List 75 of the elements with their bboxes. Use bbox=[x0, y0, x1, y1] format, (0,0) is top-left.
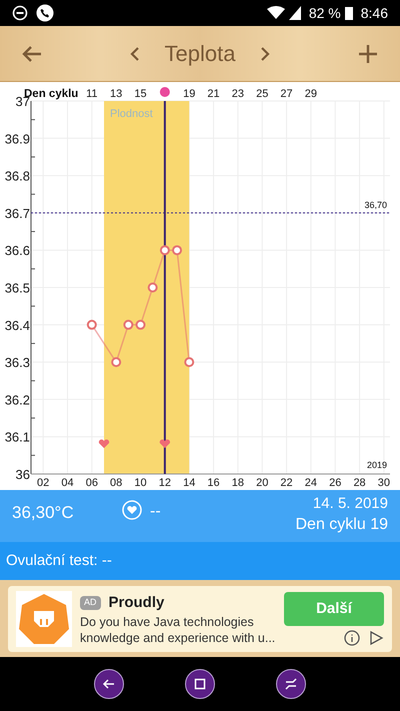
cycle-day-label: 13 bbox=[110, 88, 122, 100]
play-icon[interactable] bbox=[368, 630, 384, 646]
x-tick-label: 04 bbox=[61, 477, 74, 489]
ad-text: Do you have Java technologies knowledge and experience with u... bbox=[80, 614, 276, 646]
threshold-label: 36,70 bbox=[364, 200, 387, 210]
recent-apps-nav-button[interactable] bbox=[276, 669, 306, 699]
cycle-day-label: 25 bbox=[256, 88, 268, 100]
y-tick-label: 36.3 bbox=[4, 355, 30, 370]
x-tick-label: 20 bbox=[256, 477, 268, 489]
temperature-point bbox=[123, 320, 134, 330]
date-label: 14. 5. 2019 bbox=[312, 494, 388, 514]
y-tick-label: 36.4 bbox=[4, 318, 30, 333]
y-tick-label: 36.2 bbox=[4, 392, 30, 408]
temperature-point bbox=[148, 282, 158, 292]
clock: 8:46 bbox=[360, 4, 388, 22]
do-not-disturb-icon bbox=[12, 5, 28, 21]
temperature-point bbox=[172, 245, 182, 256]
year-label: 2019 bbox=[366, 460, 387, 470]
app-logo-icon bbox=[16, 591, 72, 647]
cycle-day-label: 29 bbox=[304, 88, 318, 100]
heart-icon bbox=[160, 439, 170, 448]
fertile-label: Plodnost bbox=[110, 108, 153, 120]
x-tick-label: 18 bbox=[232, 477, 244, 489]
battery-percent: 82 % bbox=[308, 4, 341, 22]
info-icon[interactable] bbox=[344, 630, 360, 646]
y-tick-label: 36.7 bbox=[4, 206, 30, 221]
x-tick-label: 10 bbox=[134, 477, 147, 489]
wifi-icon bbox=[266, 6, 285, 20]
cycle-day-label: Den cyklu 19 bbox=[296, 515, 388, 535]
temperature-point bbox=[86, 320, 97, 330]
x-tick-label: 30 bbox=[378, 477, 390, 489]
x-tick-label: 26 bbox=[329, 477, 342, 489]
phone-icon bbox=[36, 4, 54, 22]
cycle-day-label: 19 bbox=[183, 88, 196, 100]
x-tick-label: 24 bbox=[304, 477, 318, 489]
y-tick-label: 36.9 bbox=[4, 131, 30, 146]
intercourse-value: -- bbox=[150, 502, 161, 522]
heart-icon bbox=[98, 439, 110, 448]
x-tick-label: 02 bbox=[37, 477, 50, 489]
y-tick-label: 36.6 bbox=[4, 243, 30, 258]
switch-arrows-icon bbox=[282, 676, 299, 692]
x-tick-label: 12 bbox=[158, 477, 171, 489]
chevron-left-icon bbox=[130, 46, 140, 60]
cycle-day-label: 23 bbox=[232, 88, 244, 100]
cycle-day-label: 21 bbox=[207, 88, 220, 100]
x-tick-label: 08 bbox=[110, 477, 122, 489]
temperature-point bbox=[136, 320, 146, 330]
temperature-point bbox=[184, 357, 194, 368]
battery-icon bbox=[344, 6, 353, 20]
signal-icon bbox=[288, 6, 301, 20]
x-tick-label: 16 bbox=[207, 477, 220, 489]
y-tick-label: 36.1 bbox=[4, 430, 30, 445]
screen-title: Teplota bbox=[164, 40, 236, 68]
chevron-right-icon bbox=[260, 46, 270, 60]
cycle-day-label: 27 bbox=[280, 88, 293, 100]
more-info-button[interactable]: Další bbox=[284, 592, 384, 626]
ad-title: Proudly bbox=[108, 592, 164, 613]
today-dot bbox=[160, 87, 170, 97]
cycle-day-label: 11 bbox=[86, 88, 98, 100]
y-tick-label: 36 bbox=[16, 467, 30, 482]
x-tick-label: 14 bbox=[183, 477, 196, 489]
x-tick-label: 06 bbox=[86, 477, 98, 489]
y-tick-label: 36.8 bbox=[4, 168, 30, 184]
plus-icon bbox=[358, 44, 378, 64]
x-tick-label: 22 bbox=[280, 477, 293, 489]
ad-badge: AD bbox=[80, 596, 101, 610]
ovulation-test-label: Ovulační test: -- bbox=[6, 550, 112, 571]
cycle-day-label: 15 bbox=[134, 88, 147, 100]
temperature-point bbox=[160, 245, 170, 256]
temperature-value: 36,30°C bbox=[12, 502, 75, 524]
back-nav-button[interactable] bbox=[94, 669, 124, 699]
temperature-point bbox=[111, 357, 122, 368]
home-nav-button[interactable] bbox=[184, 669, 215, 699]
x-tick-label: 28 bbox=[353, 477, 366, 489]
y-tick-label: 36.5 bbox=[4, 280, 30, 296]
